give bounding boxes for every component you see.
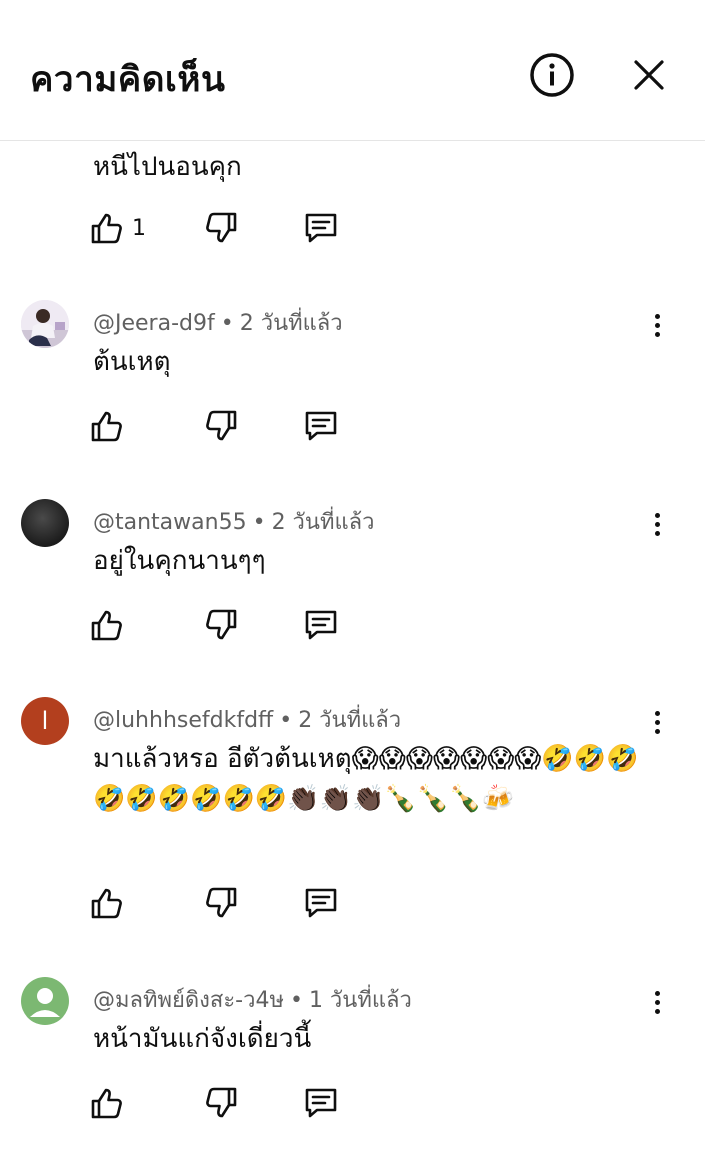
more-vert-icon: [654, 511, 660, 538]
like-button[interactable]: [90, 1085, 124, 1121]
avatar[interactable]: [21, 977, 69, 1025]
comment-text: หน้ามันแก่จังเดี่ยวนี้: [93, 1024, 312, 1054]
comment-time: 2 วันที่แล้ว: [271, 510, 375, 535]
avatar[interactable]: l: [21, 697, 69, 745]
thumbs-down-icon: [206, 1087, 237, 1118]
more-vert-icon: [654, 709, 660, 736]
info-icon: [530, 53, 574, 97]
user-photo-icon: [21, 300, 69, 348]
separator: •: [279, 708, 293, 733]
comments-header: ความคิดเห็น: [0, 0, 705, 141]
reply-button[interactable]: [303, 607, 339, 643]
thumbs-down-icon: [206, 887, 237, 918]
comment-item: @มลทิพย์ดิงสะ-ว4ษ • 1 วันที่แล้ว หน้ามันแก…: [0, 977, 705, 1137]
like-button[interactable]: [90, 408, 124, 444]
thumbs-up-icon: [91, 411, 122, 442]
comment-time: 1 วันที่แล้ว: [308, 988, 412, 1013]
comment-text: หนีไปนอนคุก: [93, 152, 242, 182]
avatar[interactable]: [21, 499, 69, 547]
comment-actions: [90, 607, 350, 647]
reply-comment-icon: [305, 213, 337, 243]
info-button[interactable]: [527, 50, 577, 100]
more-vert-icon: [654, 989, 660, 1016]
reply-comment-icon: [305, 1088, 337, 1118]
reply-button[interactable]: [303, 885, 339, 921]
comment-item: @tantawan55 • 2 วันที่แล้ว อยู่ในคุกนานๆๆ: [0, 499, 705, 649]
separator: •: [252, 510, 266, 535]
like-button[interactable]: [90, 607, 124, 643]
thumbs-down-icon: [206, 609, 237, 640]
dislike-button[interactable]: [204, 210, 238, 246]
avatar-letter: l: [41, 707, 49, 735]
comment-meta: @tantawan55 • 2 วันที่แล้ว: [93, 504, 374, 539]
reply-button[interactable]: [303, 210, 339, 246]
like-button[interactable]: [90, 885, 124, 921]
comment-meta: @luhhhsefdkfdff • 2 วันที่แล้ว: [93, 702, 401, 737]
comment-item: l @luhhhsefdkfdff • 2 วันที่แล้ว มาแล้วหรอ…: [0, 697, 705, 927]
comment-meta: @มลทิพย์ดิงสะ-ว4ษ • 1 วันที่แล้ว: [93, 982, 412, 1017]
like-button[interactable]: 1: [90, 210, 146, 246]
comment-text: อยู่ในคุกนานๆๆ: [93, 546, 266, 576]
thumbs-up-icon: [91, 213, 122, 244]
dislike-button[interactable]: [204, 607, 238, 643]
comment-actions: [90, 408, 350, 448]
dislike-button[interactable]: [204, 885, 238, 921]
like-count: 1: [132, 215, 146, 241]
reply-button[interactable]: [303, 1085, 339, 1121]
thumbs-down-icon: [206, 410, 237, 441]
comment-actions: [90, 1085, 350, 1125]
comment-meta: @Jeera-d9f • 2 วันที่แล้ว: [93, 305, 343, 340]
thumbs-up-icon: [91, 888, 122, 919]
comment-text: มาแล้วหรอ อีตัวต้นเหตุ😱😱😱😱😱😱😱🤣🤣🤣🤣🤣🤣🤣🤣🤣👏🏿…: [93, 744, 639, 814]
close-icon: [634, 60, 664, 90]
more-options-button[interactable]: [640, 705, 674, 739]
comment-author[interactable]: @tantawan55: [93, 510, 247, 535]
comment-text: ต้นเหตุ: [93, 347, 171, 377]
comment-item: @Jeera-d9f • 2 วันที่แล้ว ต้นเหตุ: [0, 300, 705, 450]
thumbs-up-icon: [91, 610, 122, 641]
reply-comment-icon: [305, 888, 337, 918]
more-options-button[interactable]: [640, 985, 674, 1019]
comment-time: 2 วันที่แล้ว: [298, 708, 402, 733]
page-title: ความคิดเห็น: [30, 60, 226, 100]
comment-actions: [90, 885, 350, 925]
separator: •: [220, 311, 234, 336]
reply-comment-icon: [305, 411, 337, 441]
more-options-button[interactable]: [640, 308, 674, 342]
more-vert-icon: [654, 312, 660, 339]
thumbs-up-icon: [91, 1088, 122, 1119]
dislike-button[interactable]: [204, 1085, 238, 1121]
comment-author[interactable]: @มลทิพย์ดิงสะ-ว4ษ: [93, 988, 284, 1013]
separator: •: [289, 988, 303, 1013]
reply-comment-icon: [305, 610, 337, 640]
comment-author[interactable]: @Jeera-d9f: [93, 311, 215, 336]
comment-author[interactable]: @luhhhsefdkfdff: [93, 708, 273, 733]
default-user-icon: [30, 988, 60, 1017]
comment-time: 2 วันที่แล้ว: [239, 311, 343, 336]
thumbs-down-icon: [206, 212, 237, 243]
more-options-button[interactable]: [640, 507, 674, 541]
avatar[interactable]: [21, 300, 69, 348]
close-button[interactable]: [624, 50, 674, 100]
reply-button[interactable]: [303, 408, 339, 444]
dislike-button[interactable]: [204, 408, 238, 444]
comment-actions: 1: [90, 210, 350, 250]
